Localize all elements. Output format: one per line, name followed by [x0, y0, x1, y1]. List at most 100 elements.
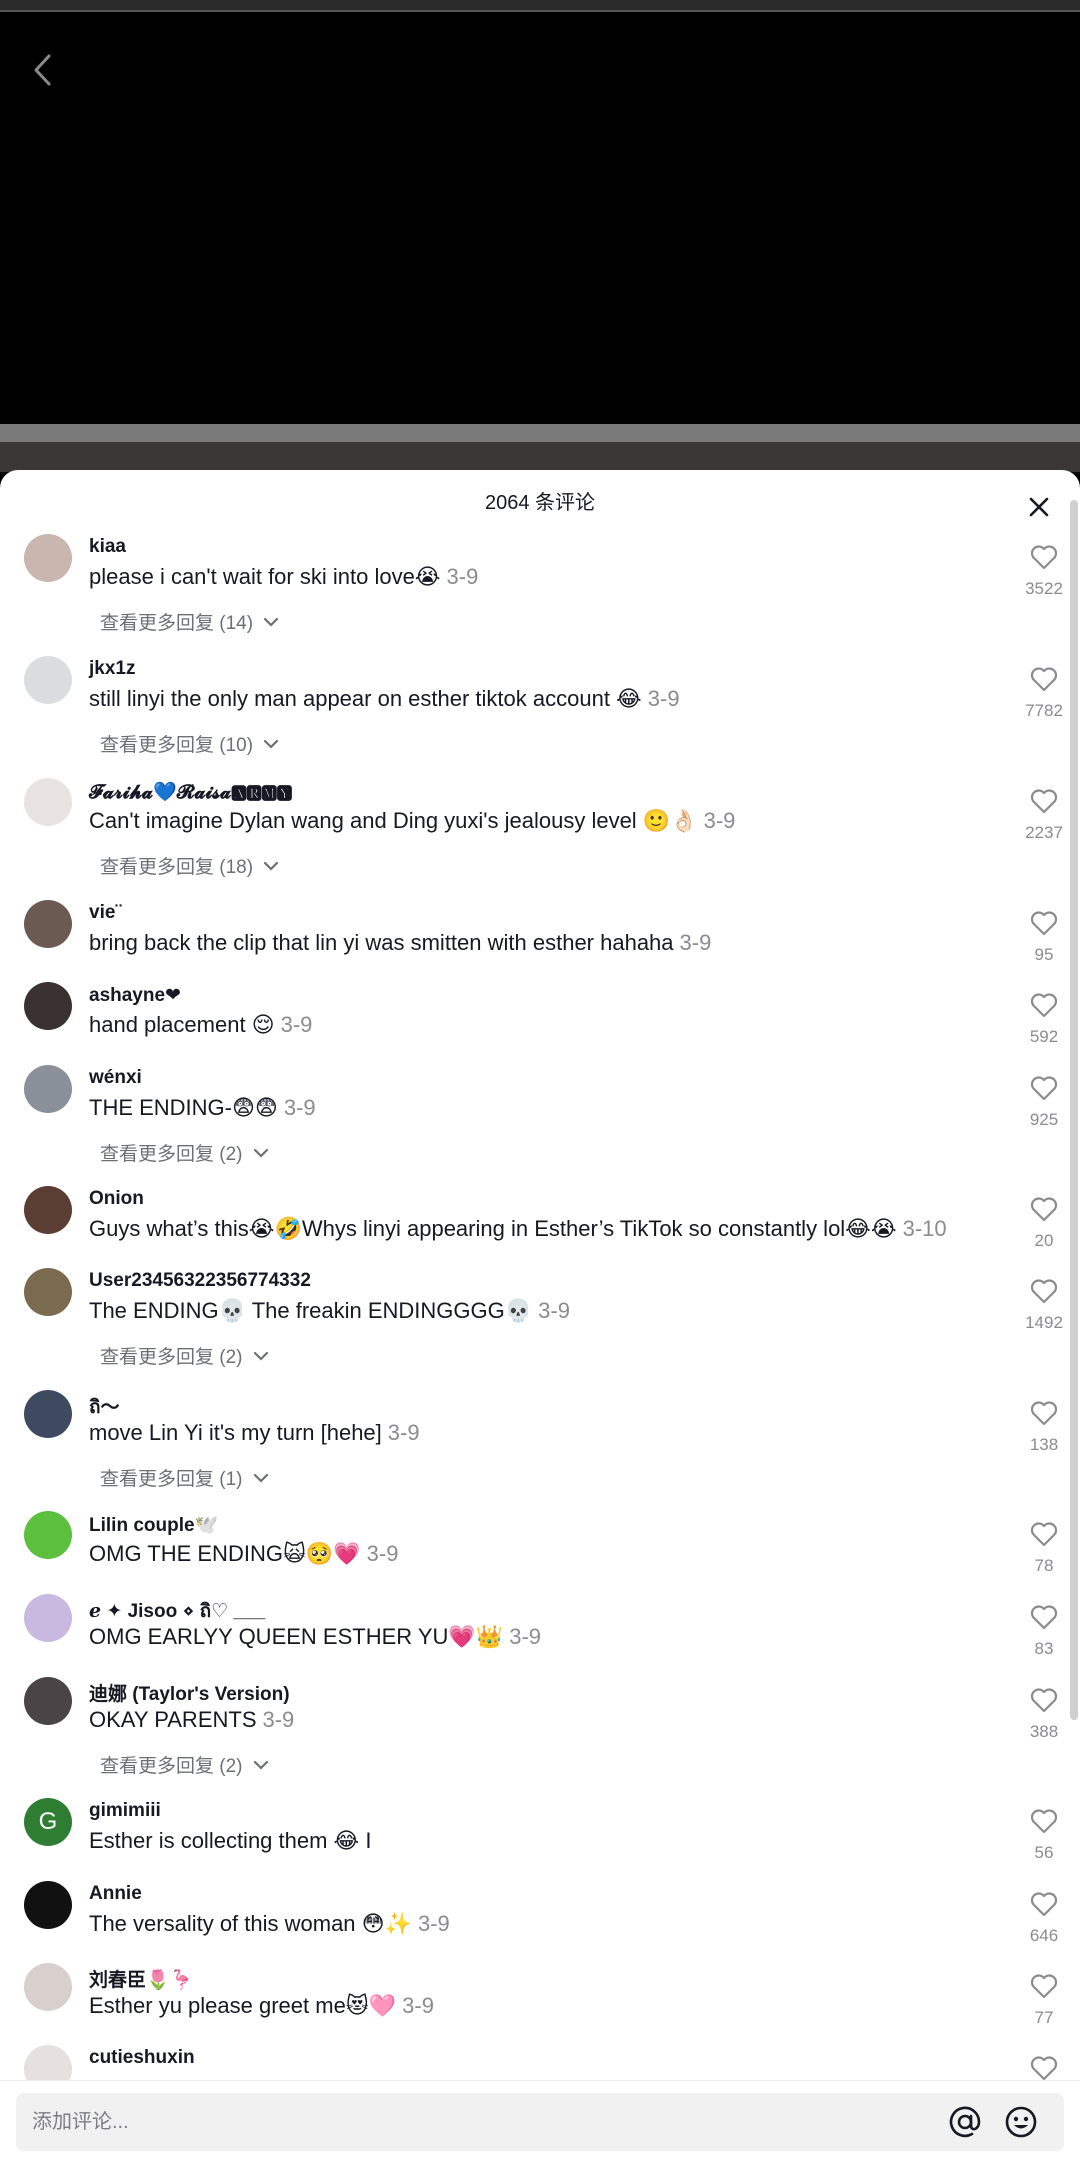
comment-username[interactable]: 迪娜 (Taylor's Version): [89, 1679, 290, 1706]
comments-sheet: 2064 条评论 kiaa please i can't wait for ski…: [0, 470, 1080, 2162]
avatar[interactable]: [24, 656, 72, 704]
heart-icon: [1030, 1400, 1058, 1431]
like-button[interactable]: 95: [1024, 910, 1064, 965]
like-button[interactable]: 78: [1024, 1521, 1064, 1576]
comment-username[interactable]: Annie: [89, 1883, 142, 1905]
avatar[interactable]: [24, 1594, 72, 1642]
chevron-down-icon: [263, 733, 279, 755]
comment-input-container[interactable]: [16, 2093, 1064, 2151]
scrollbar[interactable]: [1070, 500, 1078, 1720]
comment-date: 3-9: [679, 930, 712, 955]
chevron-down-icon: [253, 1754, 269, 1776]
avatar[interactable]: [24, 1186, 72, 1234]
like-button[interactable]: 1492: [1024, 1278, 1064, 1333]
heart-icon: [1030, 1075, 1058, 1106]
comment-text: OMG THE ENDING🙀🥺💗 3-9: [89, 1541, 398, 1567]
view-more-replies-button[interactable]: 查看更多回复 (2): [100, 1139, 269, 1166]
comment-username[interactable]: ashayne❤: [89, 984, 181, 1007]
avatar[interactable]: G: [24, 1798, 72, 1846]
avatar[interactable]: [24, 1065, 72, 1113]
comment-date: 3-9: [262, 1707, 295, 1732]
at-icon: [949, 2106, 981, 2138]
like-button[interactable]: 592: [1024, 992, 1064, 1047]
heart-icon: [1030, 1973, 1058, 2004]
replies-label: 查看更多回复 (18): [100, 857, 254, 878]
replies-label: 查看更多回复 (2): [100, 1347, 243, 1368]
comment-username[interactable]: vie¨: [89, 902, 122, 924]
like-button[interactable]: 925: [1024, 1075, 1064, 1130]
comment-username[interactable]: kiaa: [89, 536, 126, 558]
view-more-replies-button[interactable]: 查看更多回复 (18): [100, 852, 279, 879]
view-more-replies-button[interactable]: 查看更多回复 (14): [100, 608, 279, 635]
comment-text: hand placement 😌 3-9: [89, 1012, 312, 1038]
like-count: 83: [1034, 1639, 1054, 1658]
comment-username[interactable]: gimimiii: [89, 1800, 161, 1822]
video-player[interactable]: [0, 12, 1080, 424]
emoji-button[interactable]: [1004, 2105, 1038, 2139]
like-button[interactable]: 56: [1024, 1808, 1064, 1863]
like-button[interactable]: 77: [1024, 1973, 1064, 2028]
like-button[interactable]: 3522: [1024, 544, 1064, 599]
comment-username[interactable]: wénxi: [89, 1067, 142, 1089]
replies-label: 查看更多回复 (2): [100, 1756, 243, 1777]
comment-text: OMG EARLYY QUEEN ESTHER YU💗👑 3-9: [89, 1624, 541, 1650]
comment-username[interactable]: cutieshuxin: [89, 2047, 195, 2069]
video-progress-bar[interactable]: [0, 424, 1080, 442]
comment-username[interactable]: ถิ〜: [89, 1392, 120, 1422]
heart-icon: [1030, 1278, 1058, 1309]
like-button[interactable]: 20: [1024, 1196, 1064, 1251]
avatar[interactable]: [24, 1390, 72, 1438]
like-count: 2237: [1025, 823, 1063, 842]
comment-text: The versality of this woman 😳✨ 3-9: [89, 1911, 450, 1937]
like-count: 925: [1029, 1110, 1059, 1129]
like-button[interactable]: 646: [1024, 1891, 1064, 1946]
like-button[interactable]: 7782: [1024, 666, 1064, 721]
back-button[interactable]: [22, 50, 62, 90]
like-count: 1492: [1025, 1313, 1063, 1332]
like-button[interactable]: 2237: [1024, 788, 1064, 843]
avatar[interactable]: [24, 1511, 72, 1559]
comment-username[interactable]: 𝓕𝓪𝓻𝓲𝓱𝓪💙𝓡𝓪𝓲𝓼𝓪🅰🆁🅼🆈: [89, 780, 292, 804]
heart-icon: [1030, 1521, 1058, 1552]
avatar[interactable]: [24, 778, 72, 826]
comment-body: Esther is collecting them 😂 I: [89, 1828, 372, 1853]
comment-body: still linyi the only man appear on esthe…: [89, 686, 642, 711]
comment-body: OMG THE ENDING🙀🥺💗: [89, 1541, 361, 1566]
close-icon: [1029, 497, 1049, 517]
like-button[interactable]: 388: [1024, 1687, 1064, 1742]
like-count: 20: [1034, 1231, 1054, 1250]
avatar[interactable]: [24, 534, 72, 582]
like-button[interactable]: 83: [1024, 1604, 1064, 1659]
avatar[interactable]: [24, 1677, 72, 1725]
comment-username[interactable]: jkx1z: [89, 658, 135, 680]
comment-body: Guys what’s this😭🤣Whys linyi appearing i…: [89, 1216, 897, 1241]
comment-username[interactable]: ℯ ✦ Jisoo ⋄ ถิ♡ ___: [89, 1596, 265, 1626]
avatar[interactable]: [24, 1963, 72, 2011]
comment-date: 3-9: [446, 564, 479, 589]
heart-icon: [1030, 544, 1058, 575]
chevron-down-icon: [253, 1345, 269, 1367]
replies-label: 查看更多回复 (10): [100, 735, 254, 756]
mention-button[interactable]: [948, 2105, 982, 2139]
chevron-down-icon: [253, 1467, 269, 1489]
like-button[interactable]: 138: [1024, 1400, 1064, 1455]
comment-username[interactable]: Onion: [89, 1188, 144, 1210]
comment-date: 3-9: [283, 1095, 316, 1120]
avatar[interactable]: [24, 982, 72, 1030]
avatar[interactable]: [24, 1881, 72, 1929]
view-more-replies-button[interactable]: 查看更多回复 (1): [100, 1464, 269, 1491]
comment-username[interactable]: User23456322356774332: [89, 1270, 311, 1292]
avatar[interactable]: [24, 1268, 72, 1316]
comment-username[interactable]: Lilin couple🕊️: [89, 1513, 218, 1537]
like-count: 646: [1029, 1926, 1059, 1945]
view-more-replies-button[interactable]: 查看更多回复 (2): [100, 1751, 269, 1778]
view-more-replies-button[interactable]: 查看更多回复 (10): [100, 730, 279, 757]
view-more-replies-button[interactable]: 查看更多回复 (2): [100, 1342, 269, 1369]
like-count: 95: [1034, 945, 1054, 964]
comment-date: 3-9: [647, 686, 680, 711]
close-button[interactable]: [1024, 492, 1054, 522]
comment-input[interactable]: [32, 2093, 932, 2151]
like-count: 138: [1029, 1435, 1059, 1454]
comment-username[interactable]: 刘春臣🌷🦩: [89, 1965, 193, 1992]
avatar[interactable]: [24, 900, 72, 948]
